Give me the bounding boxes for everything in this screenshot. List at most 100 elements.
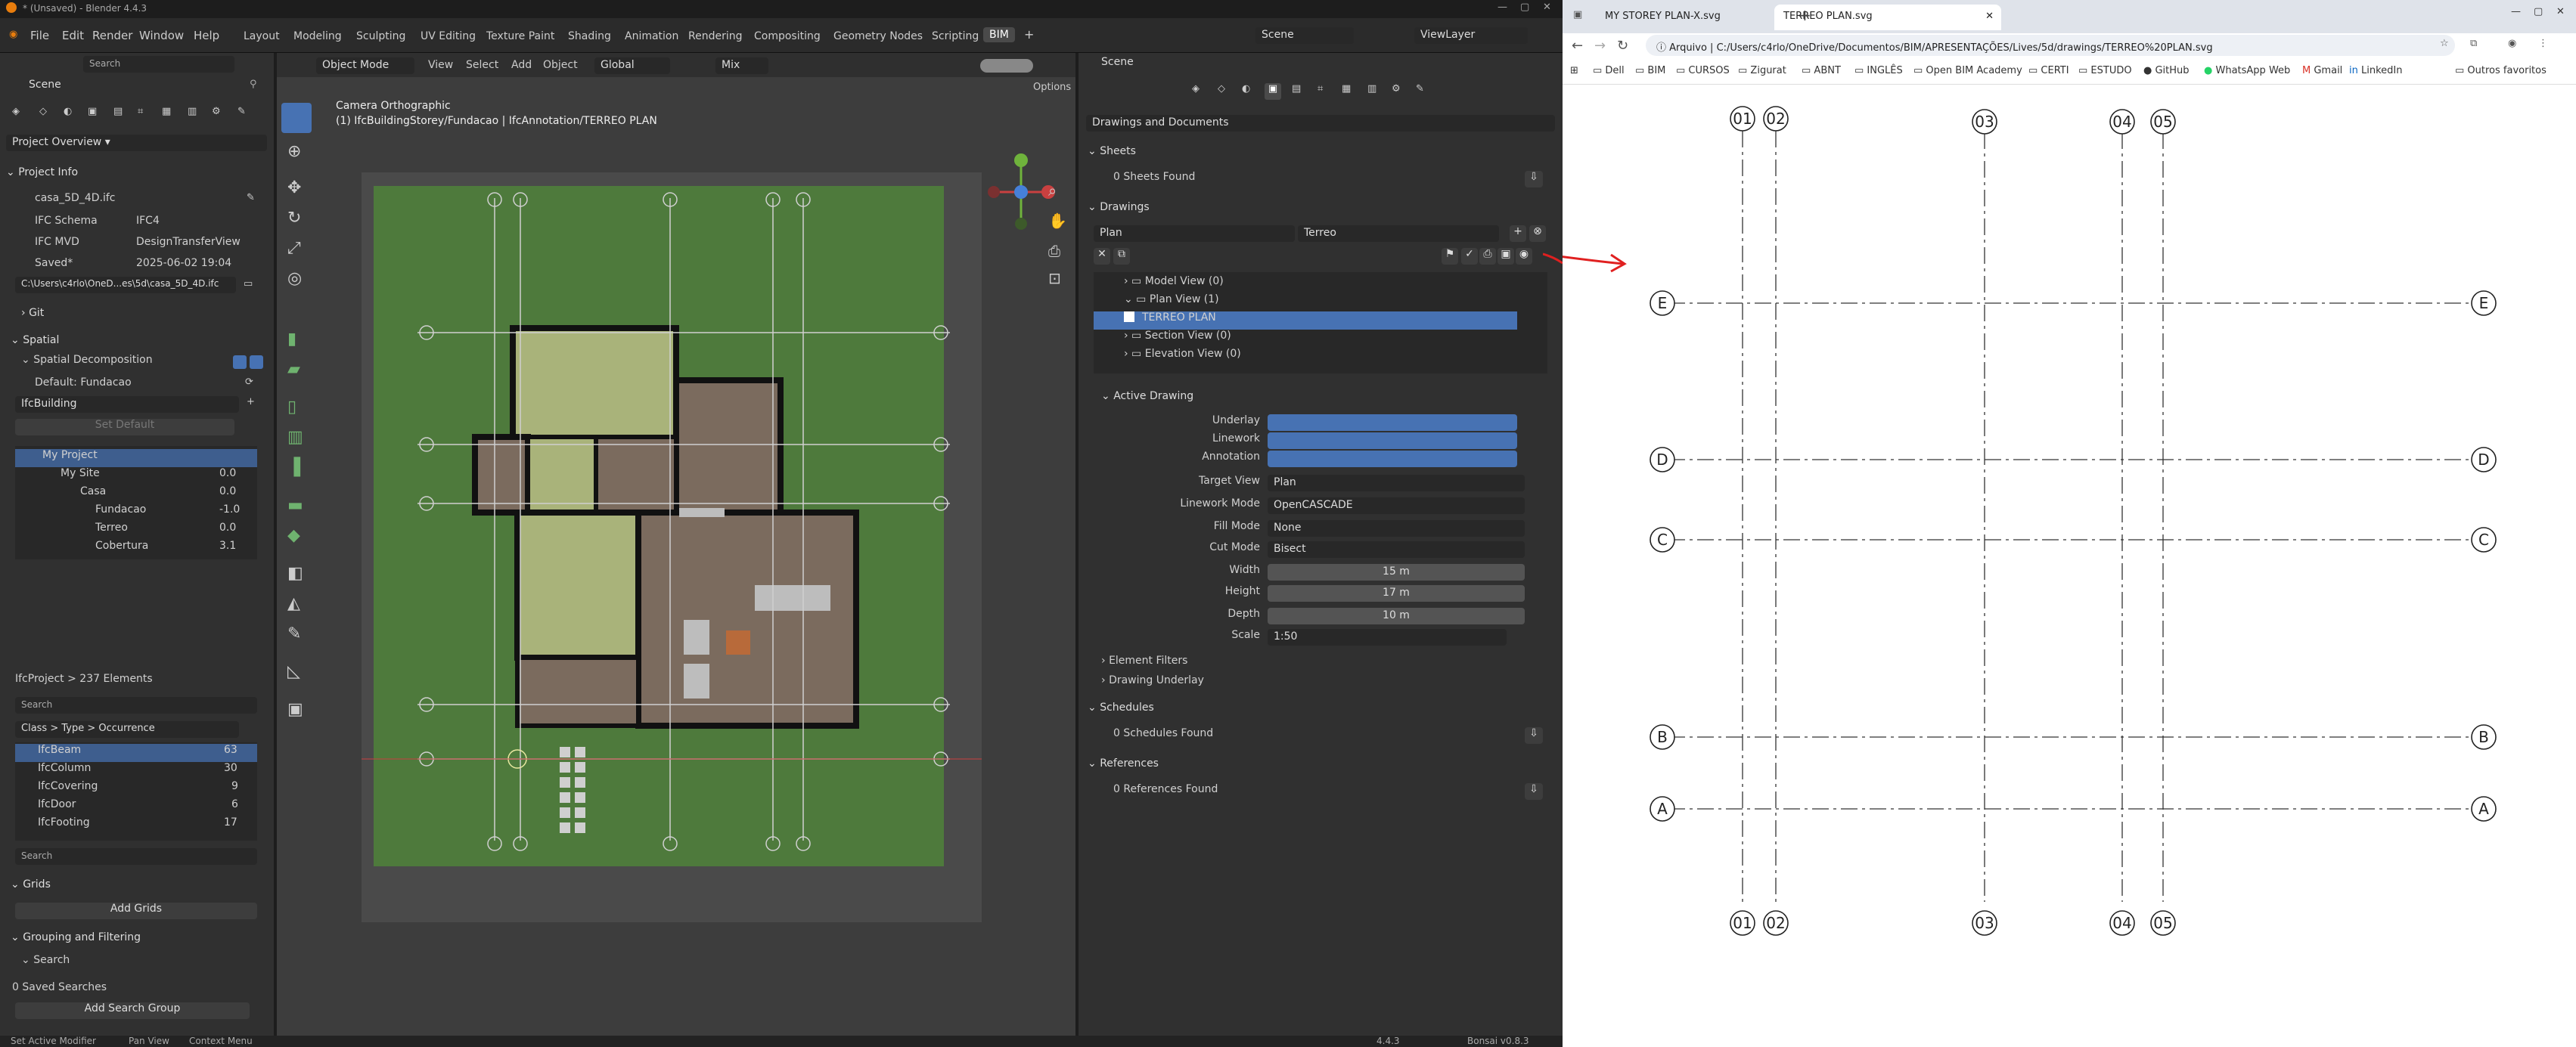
element-filters-header[interactable]: › Element Filters (1101, 655, 1187, 673)
rotate-tool-icon[interactable]: ↻ (287, 209, 301, 228)
drawing-tab-icon[interactable]: ▣ (88, 106, 97, 117)
spatial-header[interactable]: ⌄ Spatial (11, 334, 59, 352)
close-icon[interactable]: ✕ (1543, 2, 1551, 13)
file-info-icon[interactable]: ⓘ (1656, 42, 1669, 54)
annotate-tool-icon[interactable]: ✎ (287, 624, 301, 643)
edit-icon[interactable]: ✎ (247, 192, 255, 203)
tab-uv-editing[interactable]: UV Editing (421, 30, 476, 42)
transform-tool-icon[interactable]: ◎ (287, 269, 302, 288)
import-sheet-icon[interactable]: ⇩ (1525, 171, 1543, 187)
services-tab-icon[interactable]: ▤ (113, 106, 123, 117)
scene-selector[interactable]: Scene (1255, 27, 1354, 44)
add-menu[interactable]: Add (511, 59, 532, 71)
search-subheader[interactable]: ⌄ Search (21, 954, 70, 972)
drawing-item-section-view[interactable]: › ▭ Section View (0) (1094, 330, 1517, 348)
view-drawing-eye-icon[interactable]: ◉ (1516, 248, 1532, 265)
cost-props-icon[interactable]: ▥ (1367, 83, 1376, 94)
project-overview-dropdown[interactable]: Project Overview ▾ (6, 135, 267, 151)
select-tool-icon[interactable] (281, 103, 312, 133)
select-menu[interactable]: Select (466, 59, 498, 71)
image-icon[interactable]: ▣ (1497, 248, 1514, 265)
collab-tab-icon[interactable]: ✎ (237, 106, 246, 117)
ruler-tool-icon[interactable]: ◺ (287, 662, 300, 681)
references-header[interactable]: ⌄ References (1088, 757, 1159, 776)
tree-item-cobertura[interactable]: Cobertura 3.1 (15, 540, 257, 558)
element-tool-icon[interactable]: ◆ (287, 526, 300, 545)
bookmark-linkedin[interactable]: in LinkedIn (2349, 65, 2402, 76)
collab-props-icon[interactable]: ✎ (1416, 83, 1424, 94)
minimize-icon[interactable]: — (1497, 2, 1507, 13)
height-field[interactable]: 17 m (1268, 585, 1525, 602)
zoom-icon[interactable]: ⌕ (1048, 181, 1057, 200)
viewport[interactable]: Object Mode View Select Add Object Globa… (277, 53, 1075, 1036)
add-object-tool-icon[interactable]: ▣ (287, 700, 303, 719)
refresh-icon[interactable]: ⟳ (245, 376, 253, 388)
view-menu[interactable]: View (428, 59, 453, 71)
door-tool-icon[interactable]: ▯ (287, 398, 296, 417)
tab-modeling[interactable]: Modeling (293, 30, 342, 42)
spatial-search-input[interactable]: Search (15, 697, 257, 714)
mix-dropdown[interactable]: Mix (715, 57, 768, 74)
class-item-column[interactable]: IfcColumn 30 (15, 762, 257, 780)
check-icon[interactable]: ✓ (1461, 248, 1478, 265)
structural-props-icon[interactable]: ⌗ (1317, 83, 1323, 94)
class-item-beam[interactable]: IfcBeam 63 (15, 744, 257, 762)
reload-icon[interactable]: ↻ (1617, 38, 1628, 54)
pan-hand-icon[interactable]: ✋ (1048, 212, 1067, 230)
project-tab-icon[interactable]: ◈ (12, 106, 20, 117)
sheets-header[interactable]: ⌄ Sheets (1088, 145, 1136, 163)
browser-menu-icon[interactable]: ⋮ (2538, 38, 2548, 49)
drawing-item-elevation-view[interactable]: › ▭ Elevation View (0) (1094, 348, 1517, 366)
tab-sculpting[interactable]: Sculpting (356, 30, 405, 42)
drawings-docs-dropdown[interactable]: Drawings and Documents (1086, 115, 1555, 132)
bookmark-gmail[interactable]: M Gmail (2302, 65, 2342, 76)
storey-dropdown[interactable]: Terreo (1298, 225, 1499, 242)
depth-field[interactable]: 10 m (1268, 608, 1525, 624)
quality-props-icon[interactable]: ⚙ (1392, 83, 1401, 94)
profile-avatar[interactable]: ◉ (2508, 38, 2516, 49)
tree-item-site[interactable]: My Site 0.0 (15, 467, 257, 485)
address-bar[interactable]: ⓘ Arquivo | C:/Users/c4rlo/OneDrive/Docu… (1646, 35, 2455, 56)
select-drawing-icon[interactable]: ⚑ (1442, 248, 1458, 265)
window-tool-icon[interactable]: ▥ (287, 428, 303, 447)
project-props-icon[interactable]: ◈ (1192, 83, 1200, 94)
project-info-header[interactable]: ⌄ Project Info (6, 166, 78, 184)
bookmark-github[interactable]: ● GitHub (2143, 65, 2190, 76)
linework-toggle[interactable] (1268, 432, 1517, 449)
slab-tool-icon[interactable]: ▰ (287, 360, 300, 379)
shading-modes[interactable] (980, 59, 1033, 73)
remove-drawing-icon[interactable]: ⊗ (1529, 225, 1546, 242)
add-search-group-button[interactable]: Add Search Group (15, 1002, 250, 1019)
add-workspace-icon[interactable]: + (1024, 27, 1034, 42)
class-type-dropdown[interactable]: Class > Type > Occurrence (15, 721, 239, 738)
scale-tool-icon[interactable]: ⤢ (287, 239, 301, 258)
tab-animation[interactable]: Animation (625, 30, 678, 42)
underlay-toggle[interactable] (1268, 414, 1517, 431)
class-item-covering[interactable]: IfcCovering 9 (15, 780, 257, 798)
browser-maximize-icon[interactable]: ▢ (2534, 6, 2543, 17)
duplicate-icon[interactable]: ⧉ (1113, 248, 1130, 265)
target-view-dropdown[interactable]: Plan (1268, 475, 1525, 491)
import-reference-icon[interactable]: ⇩ (1525, 783, 1543, 800)
geometry-props-icon[interactable]: ◐ (1242, 83, 1250, 94)
tree-item-project[interactable]: My Project (15, 449, 257, 467)
bookmark-cursos[interactable]: ▭ CURSOS (1676, 65, 1730, 76)
tab-texture-paint[interactable]: Texture Paint (486, 30, 554, 42)
import-schedule-icon[interactable]: ⇩ (1525, 727, 1543, 744)
aggregate-tool-icon[interactable]: ◭ (287, 594, 300, 613)
add-grids-button[interactable]: Add Grids (15, 903, 257, 919)
git-header[interactable]: › Git (21, 307, 44, 325)
cut-mode-dropdown[interactable]: Bisect (1268, 541, 1525, 558)
schedule-props-icon[interactable]: ▦ (1342, 83, 1351, 94)
tree-item-terreo[interactable]: Terreo 0.0 (15, 522, 257, 540)
drawings-header[interactable]: ⌄ Drawings (1088, 201, 1150, 219)
class-item-door[interactable]: IfcDoor 6 (15, 798, 257, 816)
column-tool-icon[interactable]: ▐ (287, 458, 300, 477)
linework-mode-dropdown[interactable]: OpenCASCADE (1268, 497, 1525, 514)
grids-header[interactable]: ⌄ Grids (11, 878, 51, 897)
orientation-dropdown[interactable]: Global (594, 57, 670, 74)
tab-geometry-nodes[interactable]: Geometry Nodes (833, 30, 923, 42)
other-bookmarks[interactable]: ▭ Outros favoritos (2455, 65, 2547, 76)
class-search-input[interactable]: Search (15, 848, 257, 865)
tab-scripting[interactable]: Scripting (932, 30, 979, 42)
